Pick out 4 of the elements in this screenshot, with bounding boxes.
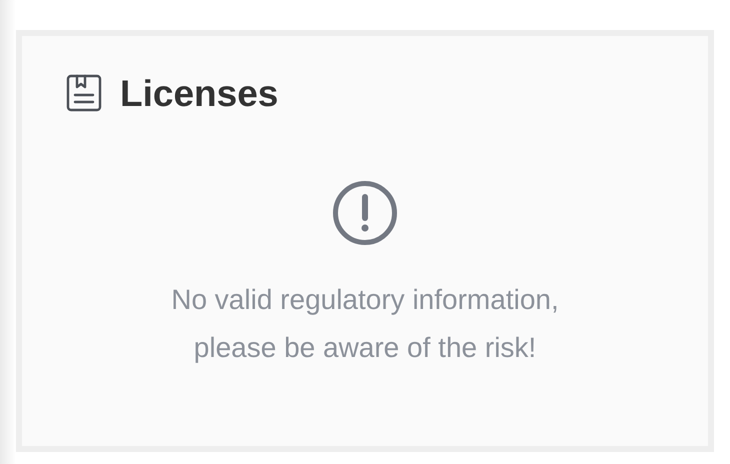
card-title: Licenses <box>120 74 278 112</box>
no-license-message: No valid regulatory information, please be aware of the risk! <box>171 283 559 365</box>
document-icon <box>66 74 102 112</box>
exclamation-icon <box>332 180 398 246</box>
